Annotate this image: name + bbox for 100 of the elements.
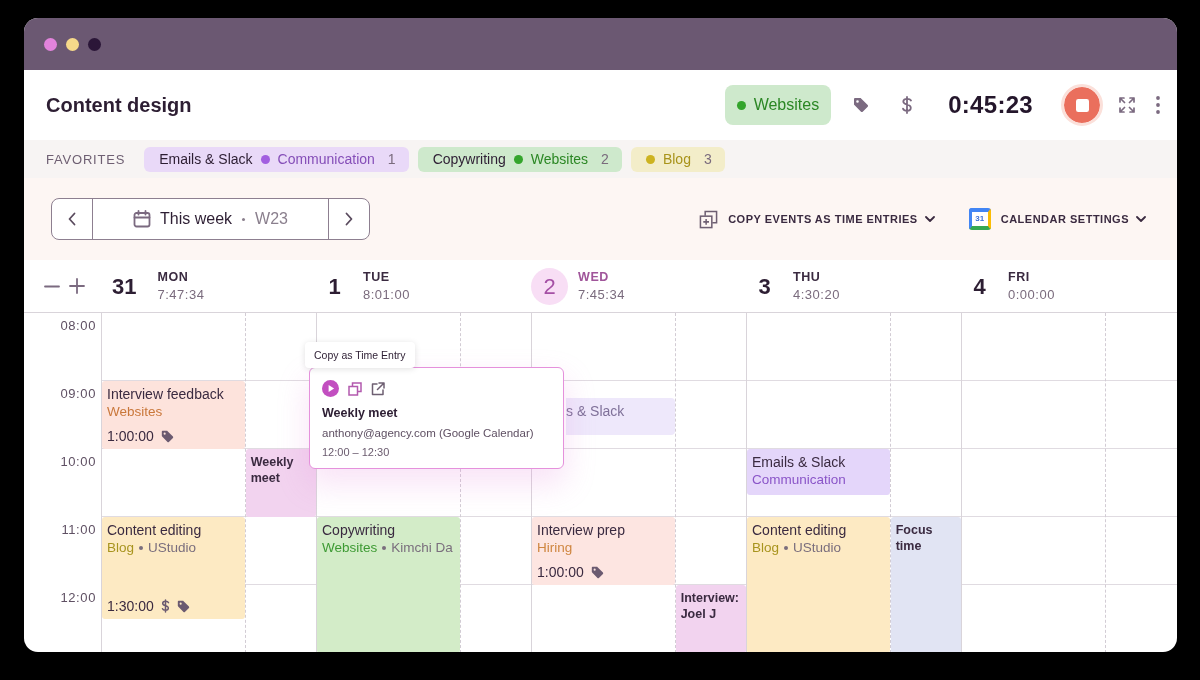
event-project: Blog [107,539,135,557]
day-number: 2 [531,267,568,305]
expand-icon [1119,97,1135,113]
event-client: UStudio [148,539,197,557]
timer-display: 0:45:23 [948,91,1033,119]
billable-button[interactable] [901,96,914,114]
calendar-event[interactable]: Focus time [890,517,961,652]
chevron-down-icon [924,216,935,222]
day-total: 7:47:34 [157,287,205,302]
event-duration: 1:00:00 [537,563,584,581]
window-zoom-button[interactable] [88,37,101,51]
calendar-app-icon: 31 [968,208,991,230]
plus-icon [69,278,85,294]
event-project: Blog [752,539,780,557]
hour-label: 09:00 [60,386,96,401]
minus-icon [44,284,60,288]
calendar-event[interactable]: Emails & Slack Communication [747,449,890,495]
zoom-in-button[interactable] [69,278,85,294]
external-link-icon [371,381,385,396]
event-title: Content editing [752,521,848,539]
chevron-down-icon [1136,216,1146,222]
day-total: 7:45:34 [578,287,625,302]
more-options-icon [1156,96,1160,114]
calendar-event[interactable]: Interview prep Hiring 1:00:00 [532,517,675,585]
event-client: Kimchi Da [391,539,453,557]
event-title: Interview: Joel J [680,590,740,622]
event-project: Websites [107,403,163,421]
favorite-chip[interactable]: Blog 3 [630,146,725,172]
project-button[interactable]: Websites [724,85,832,125]
weekday-label: FRI [1008,270,1031,284]
event-duration: 1:30:00 [107,597,154,615]
event-client: UStudio [793,539,842,557]
calendar-event[interactable]: Interview feedback Websites 1:00:00 [102,381,245,449]
weekday-label: THU [793,270,822,284]
day-number: 3 [757,272,772,301]
event-title: Interview feedback [107,385,225,403]
copy-icon [348,381,362,396]
calendar-event[interactable]: Content editing Blog UStudio 1:30:00 [102,517,245,619]
fullscreen-button[interactable] [1119,97,1135,113]
popup-time: 12:00 – 12:30 [322,446,391,458]
dollar-icon [901,96,914,114]
event-duration: 1:00:00 [107,427,154,445]
day-total: 4:30:20 [793,287,840,302]
calendar-settings-button[interactable]: 31 CALENDAR SETTINGS [968,208,1146,230]
separator-dot-icon [382,546,387,550]
day-total: 0:00:00 [1008,287,1055,302]
day-total: 8:01:00 [363,287,410,302]
tag-button[interactable] [853,97,870,113]
calendar-event[interactable]: Weekly meet [245,449,316,517]
chevron-left-icon [68,212,76,226]
event-title: Emails & Slack [752,453,847,471]
event-project: Websites [322,539,378,557]
zoom-out-button[interactable] [44,284,60,288]
popup-title: Weekly meet [322,406,399,420]
day-number: 31 [111,272,138,301]
window-minimize-button[interactable] [66,37,79,51]
hour-label: 10:00 [60,454,96,469]
page-title: Content design [46,93,192,117]
window-close-button[interactable] [44,37,57,51]
day-number: 1 [327,272,342,301]
hour-label: 12:00 [60,590,96,605]
separator-dot-icon [139,546,144,550]
stop-icon [1075,98,1089,112]
calendar-event[interactable]: Content editing Blog UStudio [747,517,890,652]
stop-timer-button[interactable] [1061,84,1103,126]
separator-dot-icon [784,546,789,550]
weekday-label: MON [157,270,190,284]
event-title: Content editing [107,521,203,539]
start-timer-button[interactable] [322,380,339,397]
open-link-button[interactable] [371,381,385,396]
calendar-event[interactable]: Copywriting Websites Kimchi Da [317,517,460,652]
event-title: Interview prep [537,521,626,539]
hour-label: 08:00 [60,318,96,333]
tag-icon [853,97,870,113]
chevron-right-icon [345,212,353,226]
copy-button[interactable] [348,381,362,396]
favorite-chip[interactable]: Emails & Slack Communication 1 [144,146,409,172]
event-project: Communication [752,471,846,489]
event-title: Focus time [895,522,934,554]
event-project: Hiring [537,539,573,557]
event-title: s & Slack [566,402,626,420]
popup-source: anthony@agency.com (Google Calendar) [322,427,535,439]
weekday-label: TUE [363,270,391,284]
event-drag-preview[interactable]: s & Slack [566,398,675,436]
day-number: 4 [972,272,987,301]
copy-events-button[interactable]: COPY EVENTS AS TIME ENTRIES [699,209,935,229]
copy-add-icon [699,209,719,229]
weekday-label: WED [578,270,610,284]
hour-label: 11:00 [61,522,96,537]
tooltip: Copy as Time Entry [305,342,415,368]
calendar-event[interactable]: Interview: Joel J [675,585,746,652]
favorite-chip[interactable]: Copywriting Websites 2 [417,146,622,172]
favorites-label: FAVORITES [46,151,126,167]
event-title: Weekly meet [250,454,295,486]
event-title: Copywriting [322,521,397,539]
more-options-button[interactable] [1156,96,1160,114]
play-icon [322,380,339,397]
date-range-button[interactable]: This week W23 [93,199,328,239]
separator-dot-icon [242,217,246,221]
calendar-icon [133,210,152,228]
